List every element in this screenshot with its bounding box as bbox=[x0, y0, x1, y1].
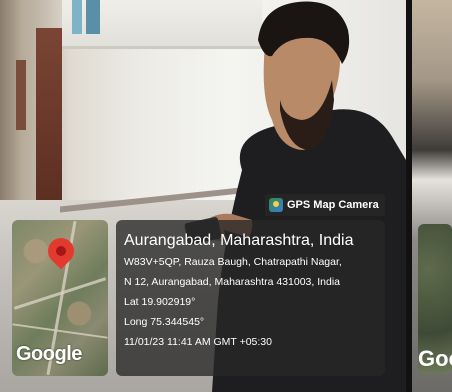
timestamp: 11/01/23 11:41 AM GMT +05:30 bbox=[124, 336, 272, 348]
board-item bbox=[86, 0, 100, 34]
app-watermark-label: GPS Map Camera bbox=[265, 194, 385, 216]
map-pin-icon bbox=[42, 232, 80, 270]
location-info-box: Aurangabad, Maharashtra, India W83V+5QP,… bbox=[116, 220, 385, 376]
app-name: GPS Map Camera bbox=[287, 199, 379, 211]
location-title: Aurangabad, Maharashtra, India bbox=[124, 232, 354, 249]
gps-map-camera-icon bbox=[269, 198, 283, 212]
corridor-door bbox=[16, 60, 26, 130]
second-photo: Goo bbox=[412, 0, 452, 392]
address-line-1: W83V+5QP, Rauza Baugh, Chatrapathi Nagar… bbox=[124, 256, 342, 268]
corridor-door bbox=[36, 28, 62, 208]
map-road bbox=[12, 323, 108, 339]
google-logo: Google bbox=[16, 343, 82, 365]
longitude: Long 75.344545° bbox=[124, 316, 205, 328]
map-thumbnail: Google bbox=[12, 220, 108, 376]
latitude: Lat 19.902919° bbox=[124, 296, 196, 308]
google-logo-fragment: Goo bbox=[418, 346, 452, 371]
address-line-2: N 12, Aurangabad, Maharashtra 431003, In… bbox=[124, 276, 340, 288]
board-item bbox=[72, 0, 82, 34]
